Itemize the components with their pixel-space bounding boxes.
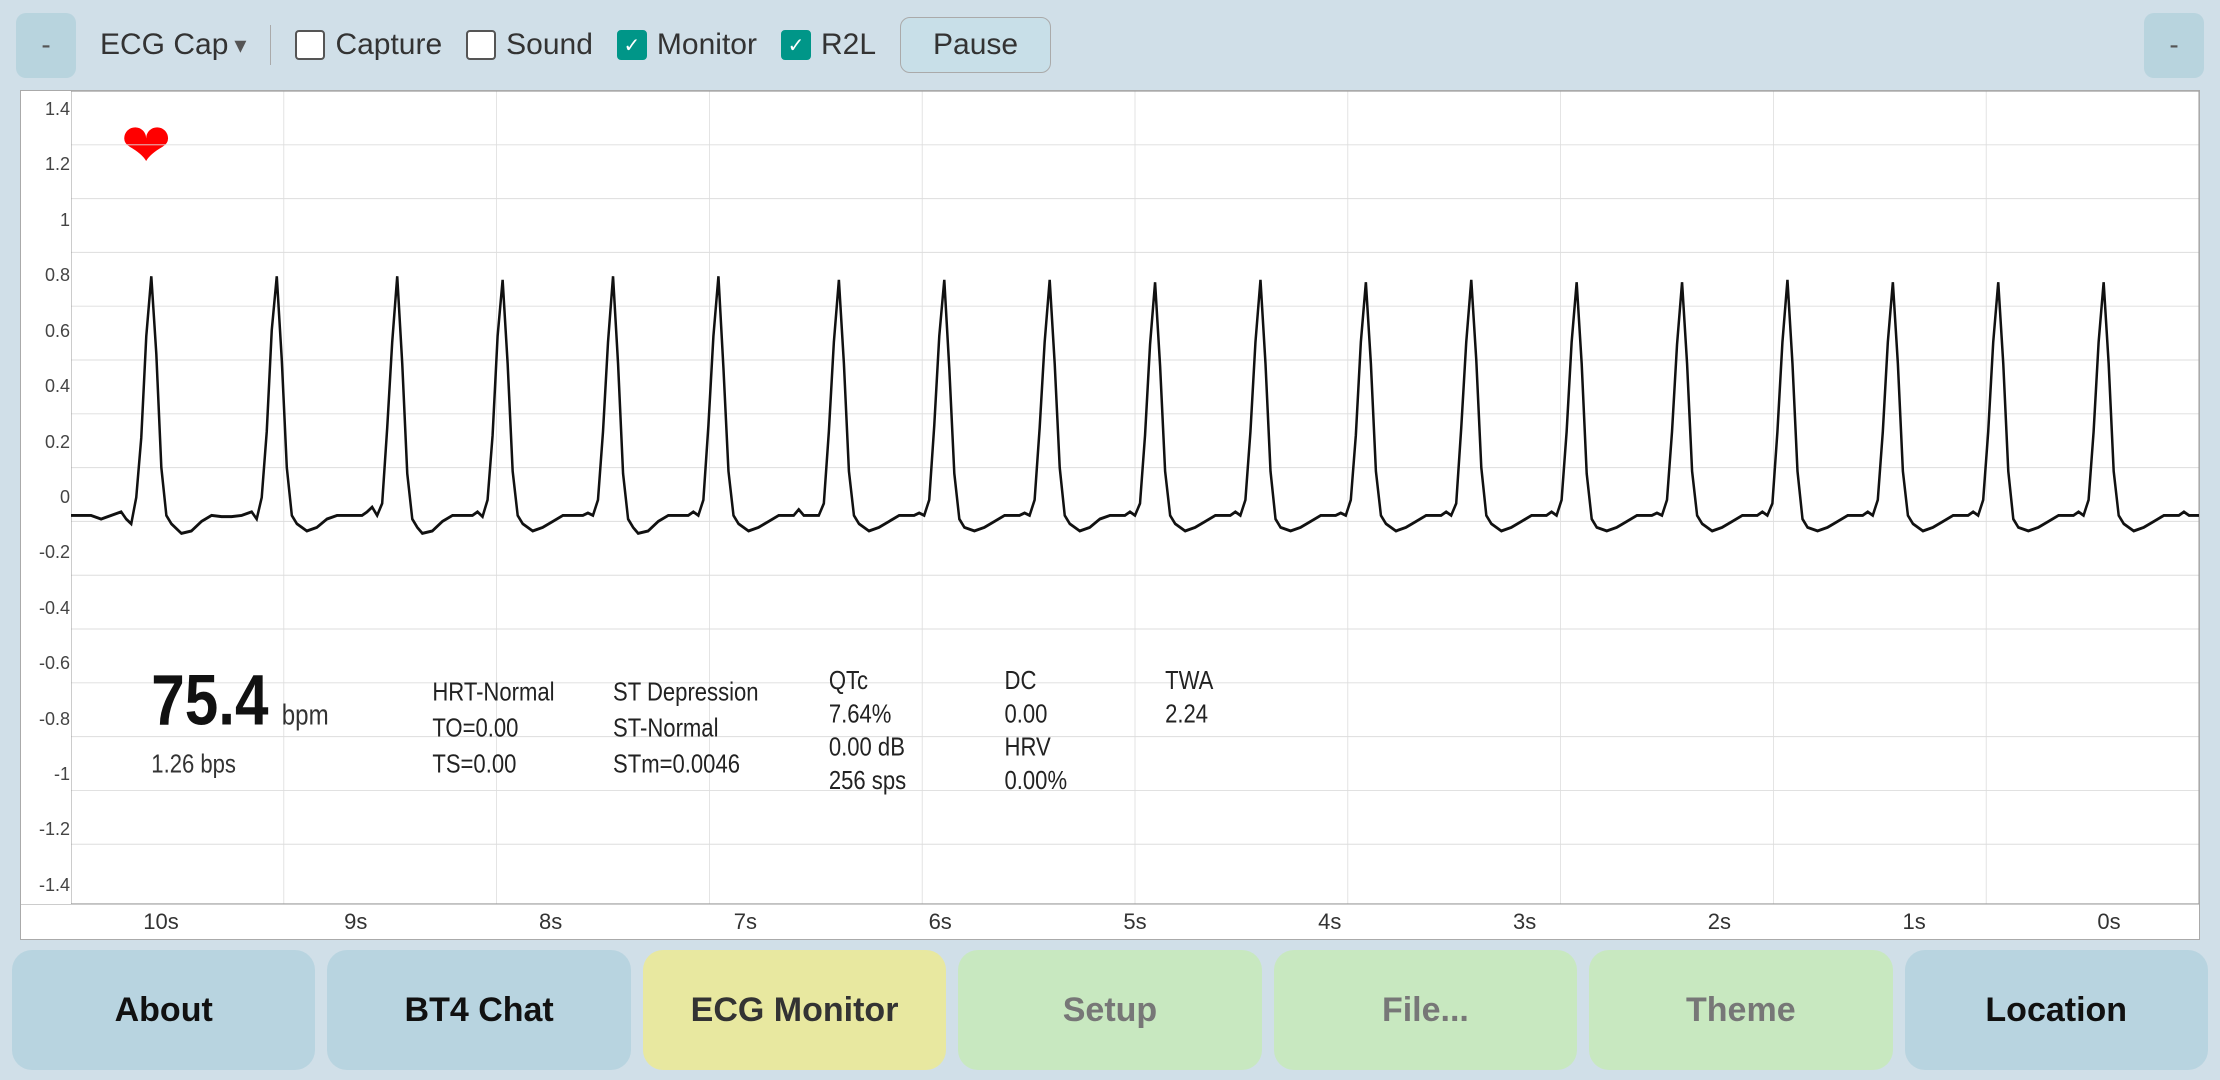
r2l-checkbox[interactable]: ✓ [781, 30, 811, 60]
app-title-section: ECG Cap ▾ [100, 28, 246, 62]
time-label-10s: 10s [71, 909, 251, 935]
svg-text:256 sps: 256 sps [829, 766, 906, 795]
svg-text:ST-Normal: ST-Normal [613, 714, 718, 743]
tab-file[interactable]: File... [1274, 950, 1577, 1070]
svg-text:bpm: bpm [282, 699, 329, 731]
time-label-9s: 9s [266, 909, 446, 935]
y-label: -1 [25, 764, 70, 785]
tab-location[interactable]: Location [1905, 950, 2208, 1070]
y-label: 0.4 [25, 376, 70, 397]
pause-button[interactable]: Pause [900, 17, 1051, 73]
dropdown-arrow-icon[interactable]: ▾ [234, 31, 246, 60]
y-label: -0.4 [25, 598, 70, 619]
monitor-checkbox-item[interactable]: ✓ Monitor [617, 28, 757, 62]
right-side-button[interactable]: - [2144, 13, 2204, 78]
tab-bt4chat[interactable]: BT4 Chat [327, 950, 630, 1070]
svg-text:0.00 dB: 0.00 dB [829, 733, 905, 762]
bottom-tabs: About BT4 Chat ECG Monitor Setup File...… [0, 940, 2220, 1080]
time-label-2s: 2s [1629, 909, 1809, 935]
svg-text:0.00%: 0.00% [1005, 766, 1068, 795]
tab-ecgmonitor[interactable]: ECG Monitor [643, 950, 946, 1070]
svg-text:TS=0.00: TS=0.00 [432, 750, 516, 779]
tab-theme[interactable]: Theme [1589, 950, 1892, 1070]
time-label-6s: 6s [850, 909, 1030, 935]
y-label: 0.6 [25, 321, 70, 342]
y-label: -0.6 [25, 653, 70, 674]
svg-text:7.64%: 7.64% [829, 700, 892, 729]
y-label: 1.2 [25, 154, 70, 175]
svg-text:75.4: 75.4 [151, 661, 268, 741]
y-label: -0.8 [25, 709, 70, 730]
y-label: -1.2 [25, 819, 70, 840]
chart-container: ❤ 1.4 1.2 1 0.8 0.6 0.4 0.2 0 -0.2 -0.4 … [0, 90, 2220, 940]
y-label: 0.8 [25, 265, 70, 286]
time-label-7s: 7s [655, 909, 835, 935]
capture-checkbox-item[interactable]: Capture [295, 28, 442, 62]
chart-inner: ❤ 1.4 1.2 1 0.8 0.6 0.4 0.2 0 -0.2 -0.4 … [20, 90, 2200, 940]
capture-label: Capture [335, 28, 442, 62]
tab-about[interactable]: About [12, 950, 315, 1070]
time-label-1s: 1s [1824, 909, 2004, 935]
left-side-button[interactable]: - [16, 13, 76, 78]
time-label-4s: 4s [1240, 909, 1420, 935]
y-axis: 1.4 1.2 1 0.8 0.6 0.4 0.2 0 -0.2 -0.4 -0… [21, 91, 71, 904]
monitor-label: Monitor [657, 28, 757, 62]
sound-checkbox[interactable] [466, 30, 496, 60]
svg-text:TO=0.00: TO=0.00 [432, 714, 518, 743]
sound-label: Sound [506, 28, 593, 62]
y-label: -0.2 [25, 542, 70, 563]
y-label: 0 [25, 487, 70, 508]
capture-checkbox[interactable] [295, 30, 325, 60]
time-label-0s: 0s [2019, 909, 2199, 935]
time-label-8s: 8s [461, 909, 641, 935]
tab-setup[interactable]: Setup [958, 950, 1261, 1070]
svg-text:2.24: 2.24 [1165, 700, 1208, 729]
sound-checkbox-item[interactable]: Sound [466, 28, 593, 62]
y-label: 1 [25, 210, 70, 231]
chart-svg-wrapper: ❤ 1.4 1.2 1 0.8 0.6 0.4 0.2 0 -0.2 -0.4 … [21, 91, 2199, 904]
svg-text:HRV: HRV [1005, 733, 1052, 762]
y-label: 0.2 [25, 432, 70, 453]
y-label: 1.4 [25, 99, 70, 120]
toolbar: - ECG Cap ▾ Capture Sound ✓ Monitor ✓ R2… [0, 0, 2220, 90]
svg-text:STm=0.0046: STm=0.0046 [613, 750, 740, 779]
time-label-3s: 3s [1435, 909, 1615, 935]
monitor-checkbox[interactable]: ✓ [617, 30, 647, 60]
svg-text:1.26 bps: 1.26 bps [151, 750, 236, 779]
toolbar-divider-1 [270, 25, 271, 65]
svg-text:QTc: QTc [829, 666, 868, 695]
y-label: -1.4 [25, 875, 70, 896]
ecg-waveform: 75.4 bpm 1.26 bps HRT-Normal TO=0.00 TS=… [71, 91, 2199, 904]
app-title: ECG Cap [100, 28, 228, 62]
time-axis: 10s 9s 8s 7s 6s 5s 4s 3s 2s 1s 0s [21, 904, 2199, 939]
r2l-label: R2L [821, 28, 876, 62]
svg-text:HRT-Normal: HRT-Normal [432, 678, 554, 707]
svg-text:TWA: TWA [1165, 666, 1214, 695]
time-label-5s: 5s [1045, 909, 1225, 935]
r2l-checkbox-item[interactable]: ✓ R2L [781, 28, 876, 62]
svg-text:ST Depression: ST Depression [613, 678, 759, 707]
svg-text:DC: DC [1005, 666, 1037, 695]
svg-text:0.00: 0.00 [1005, 700, 1048, 729]
